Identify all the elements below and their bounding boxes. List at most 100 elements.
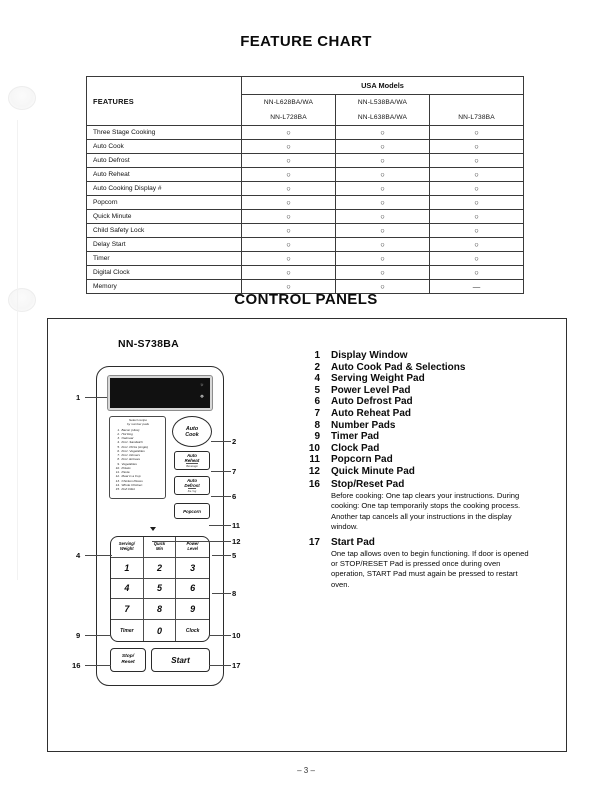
feature-name-cell: Auto Cook [86,139,242,154]
legend-item-label: Start Pad [331,536,375,548]
callout-11: 11 [232,521,241,530]
number-pad-9-label: 9 [190,604,196,615]
callout-10: 10 [232,631,241,640]
number-pad-7[interactable]: 7 [111,599,144,621]
legend-row: 6 Auto Defrost Pad [295,396,545,407]
feature-availability-cell-col2: ○ [335,223,430,238]
legend-row: 7 Auto Reheat Pad [295,408,545,419]
callout-9: 9 [76,631,81,640]
table-row: Timer ○ ○ ○ [86,251,524,266]
legend-item: 17 Start Pad One tap allows oven to begin … [295,537,545,591]
number-pad-2[interactable]: 2 [143,557,177,579]
auto-cook-pad[interactable]: Auto Cook [172,416,212,447]
auto-defrost-pad[interactable]: Auto Defrost lbs / kg [174,476,210,495]
start-pad[interactable]: Start [151,648,210,672]
number-pad-0-label: 0 [156,625,162,636]
legend-item: 8 Number Pads [295,420,545,431]
legend-row: 10 Clock Pad [295,443,545,454]
callout-leader-6 [211,496,231,497]
legend-item-number: 2 [314,361,320,373]
recipe-menu-heading: Select recipe by number pads [113,418,163,426]
auto-reheat-pad-sublabel: Beverage [186,463,198,468]
number-pad-9[interactable]: 9 [176,599,209,621]
number-pad-6-label: 6 [190,583,196,594]
feature-availability-cell-col1: ○ [241,139,336,154]
feature-name-cell: Timer [86,251,242,266]
legend-item-label: Popcorn Pad [331,454,393,466]
clock-pad[interactable]: Clock [176,620,209,641]
power-level-label-line2: Level [187,545,198,551]
legend-item: 9 Timer Pad [295,431,545,442]
model-cell-col2-line2: NN-L638BA/WA [335,110,430,126]
table-row: Auto Defrost ○ ○ ○ [86,153,524,168]
legend-item-label: Serving Weight Pad [331,373,425,385]
number-pad-4[interactable]: 4 [111,578,144,600]
legend-item: 4 Serving Weight Pad [295,373,545,384]
legend-item: 1 Display Window [295,350,545,361]
model-cell-col1-line1: NN-L628BA/WA [241,94,336,110]
table-row: Delay Start ○ ○ ○ [86,237,524,252]
callout-leader-12 [152,541,231,542]
feature-availability-cell-col2: ○ [335,265,430,280]
feature-name-cell: Popcorn [86,195,242,210]
callout-4: 4 [76,551,81,560]
number-pad-5-label: 5 [156,583,162,594]
callout-leader-17 [209,665,231,666]
feature-availability-cell-col1: ○ [241,237,336,252]
model-cell-col3-line1 [429,94,524,110]
feature-availability-cell-col3: ○ [429,125,524,140]
serving-weight-label-line2: Weight [120,545,134,551]
legend-row: 8 Number Pads [295,420,545,431]
table-row: Popcorn ○ ○ ○ [86,195,524,210]
recipe-item-name: Fish Fillet [121,487,135,492]
page-title-feature-chart: FEATURE CHART [240,33,372,50]
number-pad-6[interactable]: 6 [176,579,209,600]
feature-availability-cell-col2: ○ [335,181,430,196]
feature-name-cell: Auto Defrost [86,153,242,168]
auto-reheat-pad-label: Auto Reheat [185,453,200,463]
feature-availability-cell-col2: ○ [335,237,430,252]
callout-6: 6 [232,492,237,501]
feature-name-cell: Quick Minute [86,209,242,224]
number-pad-8-label: 8 [156,604,162,615]
legend-item-number: 4 [314,373,320,385]
display-indicator-icon-bottom: ❖ [199,394,205,400]
feature-availability-cell-col1: ○ [241,209,336,224]
legend-item-label: Timer Pad [331,431,380,443]
auto-cook-recipe-menu: Select recipe by number pads 1. Bacon (sl… [109,416,166,499]
stop-reset-pad-label: Stop/ Reset [121,654,134,665]
auto-cook-pad-label: Auto Cook [185,426,198,438]
feature-availability-cell-col2: ○ [335,153,430,168]
quick-minute-marker-icon [150,527,156,531]
legend-item-number: 10 [308,442,320,454]
number-pad-1[interactable]: 1 [111,557,144,579]
auto-reheat-pad[interactable]: Auto Reheat Beverage [174,451,210,470]
feature-availability-cell-col3: ○ [429,181,524,196]
timer-pad[interactable]: Timer [111,620,144,641]
model-cell-col1-line2: NN-L728BA [241,110,336,126]
legend-item: 7 Auto Reheat Pad [295,408,545,419]
feature-availability-cell-col2: ○ [335,209,430,224]
number-pad-8[interactable]: 8 [143,599,177,621]
legend-item-number: 7 [314,407,320,419]
popcorn-pad[interactable]: Popcorn [174,503,210,519]
number-pad-0[interactable]: 0 [144,620,177,641]
number-pad-5[interactable]: 5 [143,578,177,600]
stop-reset-pad[interactable]: Stop/ Reset [110,648,146,672]
callout-leader-5 [212,555,231,556]
serving-weight-pad[interactable]: Serving/ Weight [111,537,144,558]
legend-item: 5 Power Level Pad [295,385,545,396]
feature-availability-cell-col1: ○ [241,167,336,182]
number-keypad[interactable]: Serving/ Weight Quick Min Power Level 1 … [110,536,210,642]
feature-availability-cell-col1: ○ [241,223,336,238]
legend-item-number: 12 [308,465,320,477]
control-panel-legend-list: 1 Display Window 2 Auto Cook Pad & Selectio… [295,350,545,594]
legend-item-number: 9 [314,431,320,443]
legend-item-number: 11 [309,454,320,466]
callout-5: 5 [232,551,237,560]
callout-leader-10 [209,635,231,636]
number-pad-3[interactable]: 3 [176,558,209,579]
feature-name-cell: Auto Reheat [86,167,242,182]
table-header-row: FEATURES USA Models [86,76,524,126]
callout-leader-16 [85,665,111,666]
